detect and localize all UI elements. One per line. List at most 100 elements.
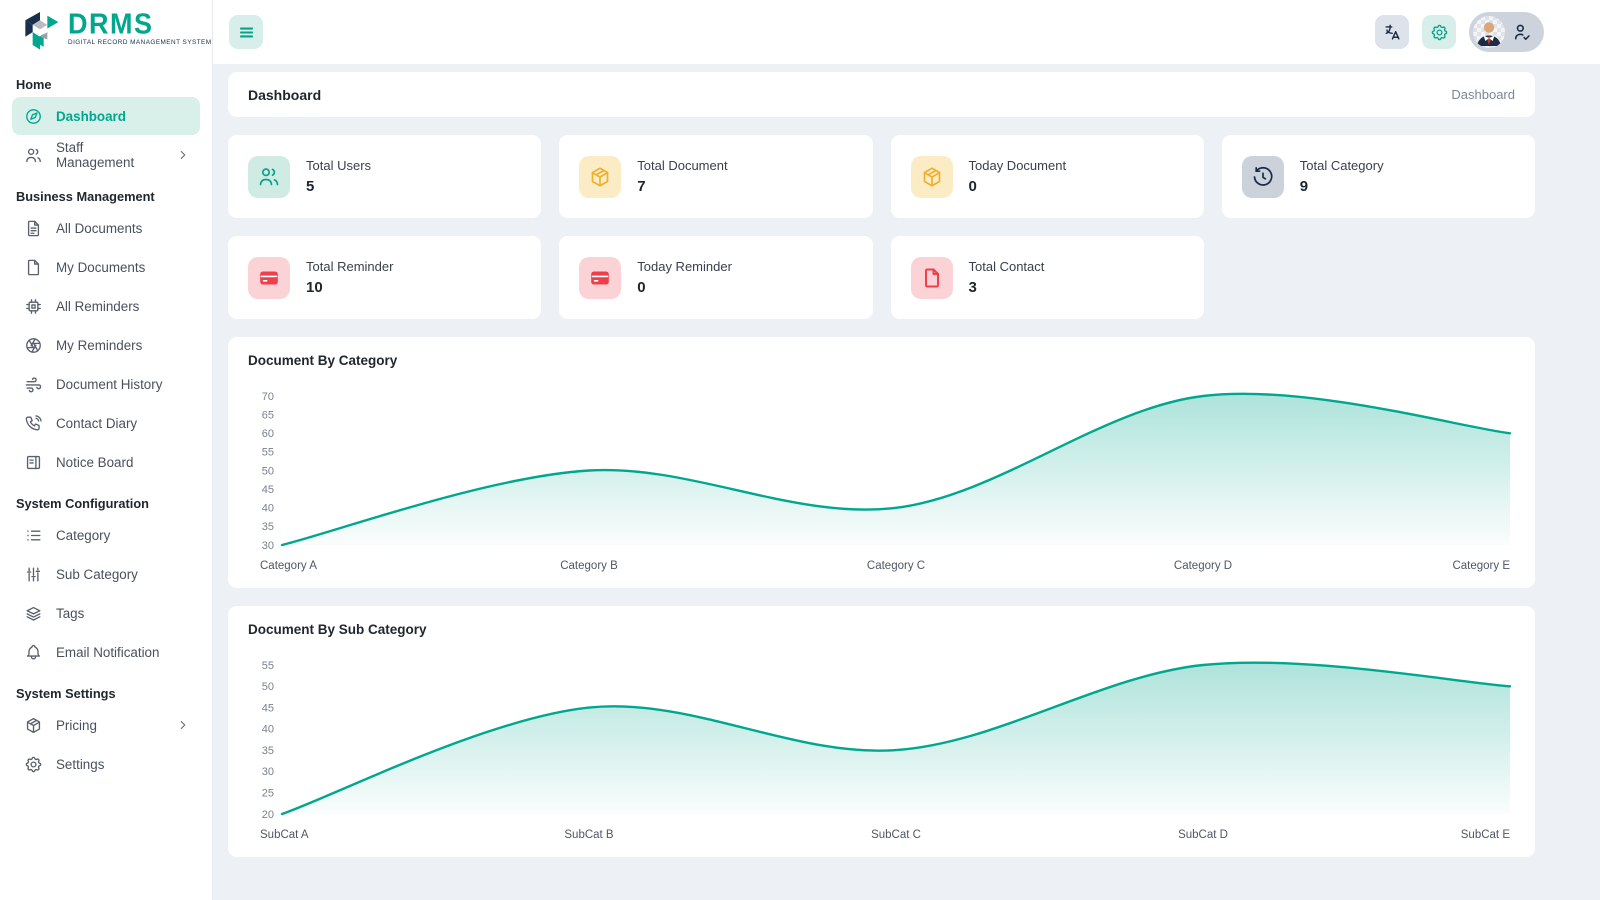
y-tick-label: 45	[262, 702, 274, 714]
sidebar-item-label: Notice Board	[56, 455, 133, 470]
breadcrumb[interactable]: Dashboard	[1451, 87, 1515, 102]
sliders-icon	[24, 565, 43, 584]
avatar	[1473, 16, 1505, 48]
stat-label: Today Reminder	[637, 259, 732, 274]
dashboard-icon	[24, 107, 43, 126]
main-content: Dashboard Dashboard Total Users 5 Total Do…	[213, 64, 1600, 900]
sidebar-item-sub-category[interactable]: Sub Category	[12, 555, 200, 593]
sidebar-item-label: Pricing	[56, 718, 97, 733]
nav-section-label: System Settings	[16, 686, 196, 701]
chevron-right-icon	[176, 718, 190, 732]
sidebar-item-all-documents[interactable]: All Documents	[12, 209, 200, 247]
history-icon	[1251, 165, 1275, 189]
y-tick-label: 55	[262, 447, 274, 459]
x-axis-label: SubCat D	[1178, 829, 1228, 841]
sidebar-item-my-documents[interactable]: My Documents	[12, 248, 200, 286]
sidebar-item-document-history[interactable]: Document History	[12, 365, 200, 403]
y-tick-label: 40	[262, 503, 274, 515]
user-check-icon	[1512, 22, 1532, 42]
card-icon	[588, 266, 612, 290]
nav-section-label: System Configuration	[16, 496, 196, 511]
menu-toggle-button[interactable]	[229, 15, 263, 49]
sidebar-item-pricing[interactable]: Pricing	[12, 706, 200, 744]
file-icon	[24, 258, 43, 277]
chart-title: Document By Sub Category	[248, 622, 1515, 637]
flow-icon	[24, 375, 43, 394]
y-tick-label: 50	[262, 681, 274, 693]
stat-value: 7	[637, 178, 727, 195]
card-icon	[257, 266, 281, 290]
sidebar-item-staff-management[interactable]: Staff Management	[12, 136, 200, 174]
stat-icon-tile	[911, 257, 953, 299]
package-icon	[24, 716, 43, 735]
stat-label: Total Users	[306, 158, 371, 173]
stat-value: 5	[306, 178, 371, 195]
sidebar-item-all-reminders[interactable]: All Reminders	[12, 287, 200, 325]
sidebar-item-label: Sub Category	[56, 567, 138, 582]
subcategory-area-chart: 5550454035302520SubCat ASubCat BSubCat C…	[248, 645, 1515, 847]
sidebar-item-label: All Documents	[56, 221, 142, 236]
sidebar-item-contact-diary[interactable]: Contact Diary	[12, 404, 200, 442]
users-icon	[24, 146, 43, 165]
sidebar-item-settings[interactable]: Settings	[12, 745, 200, 783]
stat-icon-tile	[248, 156, 290, 198]
sidebar-item-notice-board[interactable]: Notice Board	[12, 443, 200, 481]
page-header: Dashboard Dashboard	[228, 72, 1535, 117]
sidebar-item-label: Document History	[56, 377, 162, 392]
profile-menu[interactable]	[1469, 12, 1544, 52]
y-tick-label: 60	[262, 428, 274, 440]
y-tick-label: 35	[262, 521, 274, 533]
y-tick-label: 40	[262, 724, 274, 736]
box-icon	[920, 165, 944, 189]
stat-value: 0	[969, 178, 1067, 195]
stat-card-total-document: Total Document 7	[559, 135, 872, 218]
settings-button[interactable]	[1422, 15, 1456, 49]
x-axis-label: SubCat A	[260, 829, 309, 841]
stat-icon-tile	[1242, 156, 1284, 198]
translate-icon	[1383, 23, 1402, 42]
stat-icon-tile	[911, 156, 953, 198]
box-icon	[588, 165, 612, 189]
stat-icon-tile	[579, 156, 621, 198]
sidebar-item-email-notification[interactable]: Email Notification	[12, 633, 200, 671]
y-tick-label: 30	[262, 540, 274, 552]
stat-label: Total Document	[637, 158, 727, 173]
app-logo[interactable]: DRMS DIGITAL RECORD MANAGEMENT SYSTEM	[0, 0, 212, 62]
sidebar-item-dashboard[interactable]: Dashboard	[12, 97, 200, 135]
category-area-chart: 706560555045403530Category ACategory BCa…	[248, 376, 1515, 578]
sidebar-item-label: Contact Diary	[56, 416, 137, 431]
stat-icon-tile	[579, 257, 621, 299]
logo-mark-icon	[18, 11, 62, 57]
stat-card-total-category: Total Category 9	[1222, 135, 1535, 218]
file-text-icon	[24, 219, 43, 238]
users-icon	[257, 165, 281, 189]
stat-value: 10	[306, 279, 393, 296]
sidebar-item-category[interactable]: Category	[12, 516, 200, 554]
stat-value: 9	[1300, 178, 1384, 195]
y-tick-label: 70	[262, 391, 274, 403]
sidebar-item-my-reminders[interactable]: My Reminders	[12, 326, 200, 364]
chevron-right-icon	[176, 148, 190, 162]
sidebar-item-tags[interactable]: Tags	[12, 594, 200, 632]
x-axis-label: Category C	[867, 560, 925, 572]
y-tick-label: 65	[262, 409, 274, 421]
nav-section-label: Business Management	[16, 189, 196, 204]
sidebar-item-label: All Reminders	[56, 299, 139, 314]
stat-card-total-contact: Total Contact3	[891, 236, 1204, 319]
phone-icon	[24, 414, 43, 433]
stat-card-total-users: Total Users 5	[228, 135, 541, 218]
chart-title: Document By Category	[248, 353, 1515, 368]
translate-button[interactable]	[1375, 15, 1409, 49]
y-tick-label: 30	[262, 766, 274, 778]
gear-icon	[24, 755, 43, 774]
x-axis-label: SubCat E	[1461, 829, 1511, 841]
area-fill	[282, 394, 1510, 545]
chevron-right-icon	[176, 148, 190, 162]
chart-card-subcategory: Document By Sub Category 555045403530252…	[228, 606, 1535, 857]
chart-card-category: Document By Category 706560555045403530C…	[228, 337, 1535, 588]
chevron-right-icon	[176, 718, 190, 732]
stat-card-total-reminder: Total Reminder10	[228, 236, 541, 319]
stat-value: 0	[637, 279, 732, 296]
stat-label: Total Category	[1300, 158, 1384, 173]
stats-grid: Total Users5Total Document7Today Documen…	[228, 135, 1535, 319]
